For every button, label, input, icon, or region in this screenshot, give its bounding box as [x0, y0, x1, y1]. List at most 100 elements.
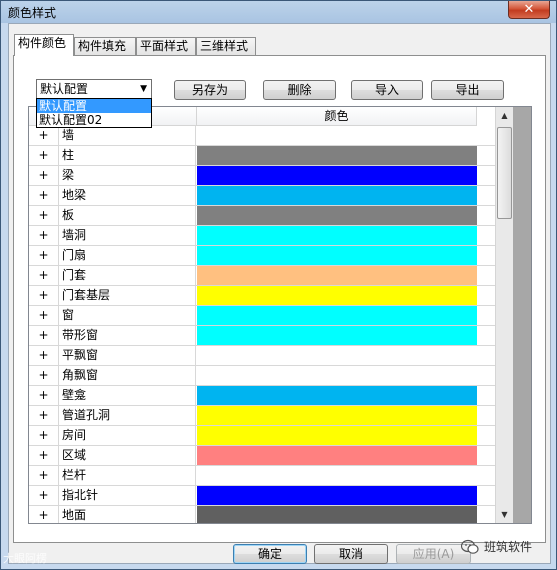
- row-name-cell: 带形窗: [59, 326, 196, 346]
- close-button[interactable]: ✕: [508, 1, 550, 19]
- row-name-cell: 壁龛: [59, 386, 196, 406]
- ok-button[interactable]: 确定: [233, 544, 307, 564]
- row-name-cell: 柱: [59, 146, 196, 166]
- expand-toggle[interactable]: +: [29, 466, 59, 486]
- row-color-swatch[interactable]: [197, 306, 477, 325]
- table-row[interactable]: + 梁: [29, 166, 495, 186]
- row-name-cell: 梁: [59, 166, 196, 186]
- row-color-swatch[interactable]: [197, 146, 477, 165]
- table-row[interactable]: + 地梁: [29, 186, 495, 206]
- row-color-swatch[interactable]: [197, 466, 477, 485]
- delete-button[interactable]: 删除: [263, 80, 336, 100]
- row-name-cell: 平飘窗: [59, 346, 196, 366]
- save-as-button[interactable]: 另存为: [174, 80, 246, 100]
- config-option-default[interactable]: 默认配置: [37, 99, 151, 113]
- watermark-left: 大眼阿楞: [3, 552, 47, 565]
- expand-toggle[interactable]: +: [29, 426, 59, 446]
- expand-toggle[interactable]: +: [29, 226, 59, 246]
- import-button[interactable]: 导入: [351, 80, 423, 100]
- config-select-value: 默认配置: [40, 82, 89, 96]
- row-color-swatch[interactable]: [197, 386, 477, 405]
- expand-toggle[interactable]: +: [29, 506, 59, 523]
- expand-toggle[interactable]: +: [29, 146, 59, 166]
- expand-toggle[interactable]: +: [29, 446, 59, 466]
- expand-toggle[interactable]: +: [29, 186, 59, 206]
- row-name-cell: 门套基层: [59, 286, 196, 306]
- table-row[interactable]: + 门套: [29, 266, 495, 286]
- row-color-swatch[interactable]: [197, 206, 477, 225]
- header-color[interactable]: 颜色: [197, 107, 477, 126]
- row-name-cell: 栏杆: [59, 466, 196, 486]
- row-color-swatch[interactable]: [197, 186, 477, 205]
- expand-toggle[interactable]: +: [29, 326, 59, 346]
- table-row[interactable]: + 墙洞: [29, 226, 495, 246]
- row-color-swatch[interactable]: [197, 366, 477, 385]
- row-color-swatch[interactable]: [197, 286, 477, 305]
- window-title: 颜色样式: [8, 6, 57, 20]
- row-name-cell: 指北针: [59, 486, 196, 506]
- dialog-client-area: 构件颜色 构件填充 平面样式 三维样式 默认配置 ▼ 默认配置 默认配置02 另…: [8, 23, 551, 564]
- expand-toggle[interactable]: +: [29, 266, 59, 286]
- export-button[interactable]: 导出: [431, 80, 504, 100]
- expand-toggle[interactable]: +: [29, 386, 59, 406]
- expand-toggle[interactable]: +: [29, 246, 59, 266]
- table-row[interactable]: + 指北针: [29, 486, 495, 506]
- expand-toggle[interactable]: +: [29, 406, 59, 426]
- table-row[interactable]: + 壁龛: [29, 386, 495, 406]
- scrollbar-thumb[interactable]: [497, 127, 512, 219]
- tab-component-fill[interactable]: 构件填充: [74, 37, 136, 55]
- arrow-up-icon[interactable]: ▲: [496, 107, 513, 124]
- row-color-swatch[interactable]: [197, 446, 477, 465]
- row-color-swatch[interactable]: [197, 126, 477, 145]
- tab-3d-style[interactable]: 三维样式: [196, 37, 256, 55]
- table-row[interactable]: + 门扇: [29, 246, 495, 266]
- row-color-swatch[interactable]: [197, 406, 477, 425]
- watermark-right: 班筑软件: [461, 538, 532, 555]
- table-row[interactable]: + 墙: [29, 126, 495, 146]
- vertical-scrollbar[interactable]: ▲ ▼: [495, 107, 513, 523]
- table-row[interactable]: + 板: [29, 206, 495, 226]
- wechat-icon: [461, 539, 479, 554]
- table-row[interactable]: + 柱: [29, 146, 495, 166]
- row-color-swatch[interactable]: [197, 166, 477, 185]
- color-grid: 名称 颜色 +墙+柱+梁+地梁+板+墙洞+门扇+门套+门套基层+窗+带形窗+平飘…: [28, 106, 532, 524]
- row-name-cell: 窗: [59, 306, 196, 326]
- table-row[interactable]: + 地面: [29, 506, 495, 523]
- table-row[interactable]: + 门套基层: [29, 286, 495, 306]
- row-color-swatch[interactable]: [197, 426, 477, 445]
- table-row[interactable]: + 平飘窗: [29, 346, 495, 366]
- expand-toggle[interactable]: +: [29, 346, 59, 366]
- table-row[interactable]: + 窗: [29, 306, 495, 326]
- expand-toggle[interactable]: +: [29, 286, 59, 306]
- config-option-default02[interactable]: 默认配置02: [37, 113, 151, 127]
- row-color-swatch[interactable]: [197, 346, 477, 365]
- expand-toggle[interactable]: +: [29, 206, 59, 226]
- arrow-down-icon[interactable]: ▼: [496, 506, 513, 523]
- row-color-swatch[interactable]: [197, 226, 477, 245]
- table-row[interactable]: + 房间: [29, 426, 495, 446]
- expand-toggle[interactable]: +: [29, 166, 59, 186]
- table-row[interactable]: + 管道孔洞: [29, 406, 495, 426]
- tab-component-color[interactable]: 构件颜色: [14, 34, 74, 56]
- cancel-button[interactable]: 取消: [314, 544, 388, 564]
- row-color-swatch[interactable]: [197, 266, 477, 285]
- expand-toggle[interactable]: +: [29, 486, 59, 506]
- row-color-swatch[interactable]: [197, 486, 477, 505]
- expand-toggle[interactable]: +: [29, 306, 59, 326]
- apply-button[interactable]: 应用(A): [396, 544, 471, 564]
- expand-toggle[interactable]: +: [29, 366, 59, 386]
- table-row[interactable]: + 栏杆: [29, 466, 495, 486]
- row-color-swatch[interactable]: [197, 246, 477, 265]
- row-name-cell: 地梁: [59, 186, 196, 206]
- expand-toggle[interactable]: +: [29, 126, 59, 146]
- table-row[interactable]: + 角飘窗: [29, 366, 495, 386]
- table-row[interactable]: + 区域: [29, 446, 495, 466]
- chevron-down-icon[interactable]: ▼: [140, 80, 147, 98]
- table-row[interactable]: + 带形窗: [29, 326, 495, 346]
- tab-panel-component-color: 默认配置 ▼ 默认配置 默认配置02 另存为 删除 导入 导出 名称 颜色 +墙…: [13, 55, 546, 543]
- row-color-swatch[interactable]: [197, 326, 477, 345]
- row-color-swatch[interactable]: [197, 506, 477, 523]
- title-bar[interactable]: 颜色样式 ✕: [1, 1, 556, 23]
- tab-plan-style[interactable]: 平面样式: [136, 37, 196, 55]
- config-select[interactable]: 默认配置 ▼: [36, 79, 152, 99]
